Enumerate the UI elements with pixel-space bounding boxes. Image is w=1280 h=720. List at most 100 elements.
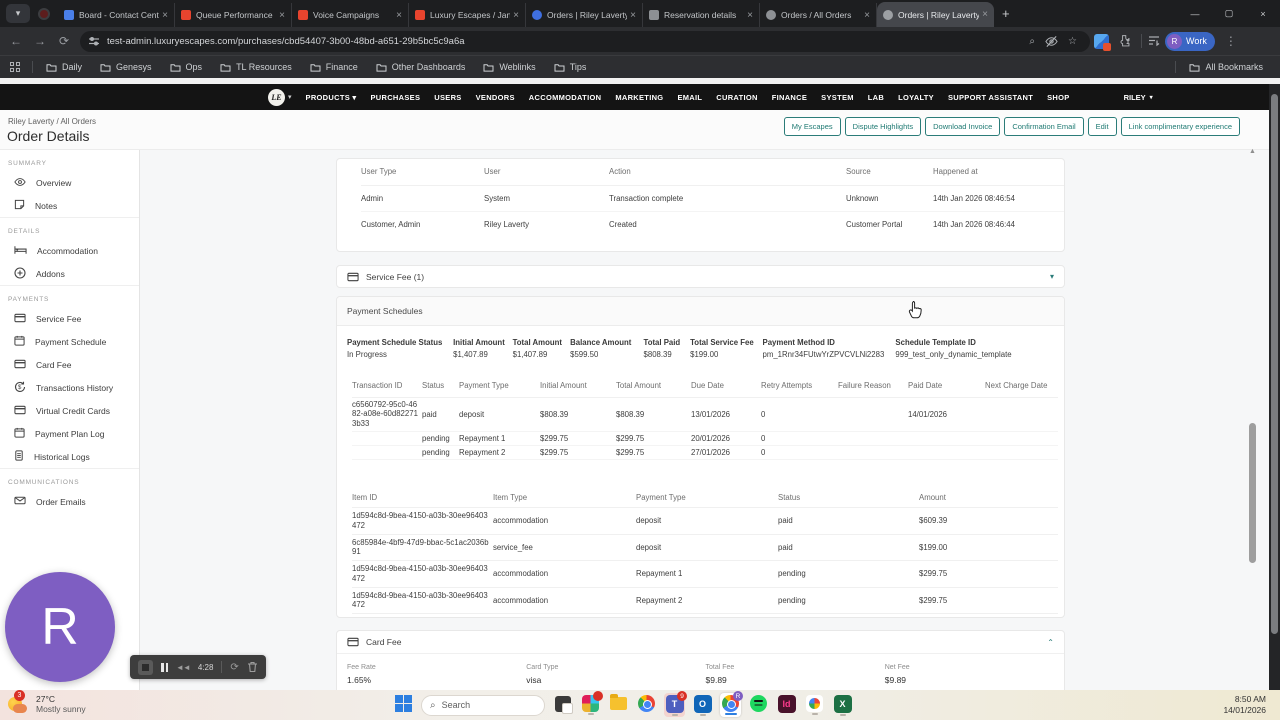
all-bookmarks-button[interactable]: All Bookmarks bbox=[1180, 62, 1272, 72]
browser-tab[interactable]: Board - Contact Centre |× bbox=[58, 3, 175, 27]
window-close-button[interactable]: × bbox=[1246, 0, 1280, 27]
sidebar-item-addons[interactable]: Addons bbox=[0, 262, 139, 285]
profile-button[interactable]: R Work bbox=[1165, 31, 1215, 51]
photos-button[interactable] bbox=[804, 693, 825, 717]
browser-scrollbar-thumb[interactable] bbox=[1271, 94, 1278, 634]
chevron-up-icon[interactable]: ⌃ bbox=[1047, 638, 1054, 647]
address-bar[interactable]: test-admin.luxuryescapes.com/purchases/c… bbox=[80, 30, 1090, 52]
confirmation-email-button[interactable]: Confirmation Email bbox=[1004, 117, 1084, 136]
delete-recording-icon[interactable] bbox=[247, 661, 258, 673]
indesign-button[interactable]: Id bbox=[776, 693, 797, 717]
browser-tab[interactable]: Reservation details × bbox=[643, 3, 760, 27]
nav-item-curation[interactable]: CURATION bbox=[716, 93, 757, 102]
nav-item-email[interactable]: EMAIL bbox=[677, 93, 702, 102]
tab-close-icon[interactable]: × bbox=[864, 10, 870, 21]
dispute-highlights-button[interactable]: Dispute Highlights bbox=[844, 117, 922, 136]
find-in-page-icon[interactable]: ⌕ bbox=[1029, 36, 1035, 47]
site-settings-icon[interactable] bbox=[88, 35, 100, 47]
card-fee-header[interactable]: Card Fee ⌃ bbox=[337, 631, 1064, 654]
browser-tab[interactable]: Orders / All Orders × bbox=[760, 3, 877, 27]
sidebar-item-order-emails[interactable]: Order Emails bbox=[0, 490, 139, 513]
nav-item-users[interactable]: USERS bbox=[434, 93, 461, 102]
slack-app-button[interactable] bbox=[580, 691, 603, 717]
sidebar-item-notes[interactable]: Notes bbox=[0, 194, 139, 217]
nav-item-loyalty[interactable]: LOYALTY bbox=[898, 93, 934, 102]
sidebar-item-service-fee[interactable]: Service Fee bbox=[0, 307, 139, 330]
content-scroll-up-icon[interactable]: ▲ bbox=[1249, 148, 1256, 155]
apps-grid-icon[interactable] bbox=[10, 62, 20, 72]
my-escapes-button[interactable]: My Escapes bbox=[783, 117, 841, 136]
sidebar-item-payment-plan-log[interactable]: Payment Plan Log bbox=[0, 422, 139, 445]
browser-tab[interactable]: Luxury Escapes / Januar× bbox=[409, 3, 526, 27]
nav-item-system[interactable]: SYSTEM bbox=[821, 93, 854, 102]
eye-off-icon[interactable] bbox=[1045, 35, 1058, 48]
teams-button[interactable]: T 9 bbox=[664, 691, 687, 717]
breadcrumb[interactable]: Riley Laverty / All Orders bbox=[8, 117, 96, 126]
bookmark-star-icon[interactable]: ☆ bbox=[1068, 36, 1077, 47]
nav-item-vendors[interactable]: VENDORS bbox=[476, 93, 515, 102]
nav-user-menu[interactable]: RILEY ▾ bbox=[1124, 93, 1153, 102]
file-explorer-button[interactable] bbox=[608, 693, 629, 717]
bookmark-item[interactable]: Daily bbox=[37, 62, 91, 72]
browser-tab[interactable]: Orders | Riley Laverty | C× bbox=[526, 3, 643, 27]
download-invoice-button[interactable]: Download Invoice bbox=[925, 117, 1001, 136]
browser-tab[interactable]: Queue Performance × bbox=[175, 3, 292, 27]
nav-item-shop[interactable]: SHOP bbox=[1047, 93, 1069, 102]
bookmark-item[interactable]: Genesys bbox=[91, 62, 161, 72]
recording-avatar-bubble[interactable]: R bbox=[5, 572, 115, 682]
outlook-button[interactable]: O bbox=[692, 693, 713, 717]
sidebar-item-payment-schedule[interactable]: Payment Schedule bbox=[0, 330, 139, 353]
sidebar-item-accommodation[interactable]: Accommodation bbox=[0, 239, 139, 262]
back-icon[interactable]: ← bbox=[4, 34, 28, 48]
window-maximize-button[interactable]: ▢ bbox=[1212, 0, 1246, 27]
browser-menu-kebab-icon[interactable]: ⋮ bbox=[1219, 34, 1243, 48]
tab-search-chevron-icon[interactable]: ▾ bbox=[6, 4, 30, 23]
restart-recording-icon[interactable]: ⟳ bbox=[230, 662, 238, 673]
bookmark-item[interactable]: Tips bbox=[545, 62, 596, 72]
tab-close-icon[interactable]: × bbox=[279, 10, 285, 21]
sidebar-item-transactions-history[interactable]: $ Transactions History bbox=[0, 376, 139, 399]
bookmark-item[interactable]: Weblinks bbox=[474, 62, 544, 72]
sidebar-item-overview[interactable]: Overview bbox=[0, 171, 139, 194]
bookmark-item[interactable]: Ops bbox=[161, 62, 212, 72]
sidebar-item-card-fee[interactable]: Card Fee bbox=[0, 353, 139, 376]
chrome-button[interactable] bbox=[636, 693, 657, 717]
extensions-puzzle-icon[interactable] bbox=[1117, 34, 1132, 49]
forward-icon[interactable]: → bbox=[28, 34, 52, 48]
tab-close-icon[interactable]: × bbox=[513, 10, 519, 21]
window-minimize-button[interactable]: — bbox=[1178, 0, 1212, 27]
logo-chevron-icon[interactable]: ▾ bbox=[288, 93, 292, 101]
spotify-button[interactable] bbox=[748, 693, 769, 717]
nav-item-lab[interactable]: LAB bbox=[868, 93, 884, 102]
start-button[interactable] bbox=[393, 693, 414, 717]
tab-close-icon[interactable]: × bbox=[747, 10, 753, 21]
tab-close-icon[interactable]: × bbox=[162, 10, 168, 21]
taskbar-search[interactable]: ⌕ Search bbox=[421, 694, 545, 716]
content-scrollbar-thumb[interactable] bbox=[1249, 423, 1256, 563]
nav-item-purchases[interactable]: PURCHASES bbox=[370, 93, 420, 102]
pause-recording-button[interactable] bbox=[161, 662, 168, 672]
extension-icon[interactable] bbox=[1094, 33, 1111, 51]
tab-close-icon[interactable]: × bbox=[630, 10, 636, 21]
nav-item-products[interactable]: PRODUCTS ▾ bbox=[306, 93, 357, 102]
stop-recording-button[interactable] bbox=[138, 659, 153, 675]
nav-item-accommodation[interactable]: ACCOMMODATION bbox=[529, 93, 602, 102]
link-complimentary-experience-button[interactable]: Link complimentary experience bbox=[1120, 117, 1240, 136]
browser-tab[interactable]: Orders | Riley Laverty | C× bbox=[877, 2, 994, 27]
excel-button[interactable]: X bbox=[832, 693, 853, 717]
task-view-button[interactable] bbox=[552, 693, 573, 717]
reading-list-icon[interactable] bbox=[1147, 34, 1161, 48]
bookmark-item[interactable]: TL Resources bbox=[211, 62, 301, 72]
luxury-escapes-logo[interactable]: LE bbox=[268, 88, 285, 106]
chrome-active-button[interactable]: R bbox=[720, 691, 743, 717]
taskbar-weather-widget[interactable]: 3 27°C Mostly sunny bbox=[6, 690, 86, 717]
bookmark-item[interactable]: Other Dashboards bbox=[367, 62, 475, 72]
sidebar-item-historical-logs[interactable]: Historical Logs bbox=[0, 445, 139, 468]
bookmark-item[interactable]: Finance bbox=[301, 62, 367, 72]
browser-scrollbar[interactable] bbox=[1269, 84, 1280, 690]
rewind-icon[interactable]: ◄◄ bbox=[176, 663, 191, 672]
taskbar-clock[interactable]: 8:50 AM 14/01/2026 bbox=[1223, 694, 1266, 716]
sidebar-item-virtual-credit-cards[interactable]: Virtual Credit Cards bbox=[0, 399, 139, 422]
tab-close-icon[interactable]: × bbox=[396, 10, 402, 21]
nav-item-marketing[interactable]: MARKETING bbox=[615, 93, 663, 102]
